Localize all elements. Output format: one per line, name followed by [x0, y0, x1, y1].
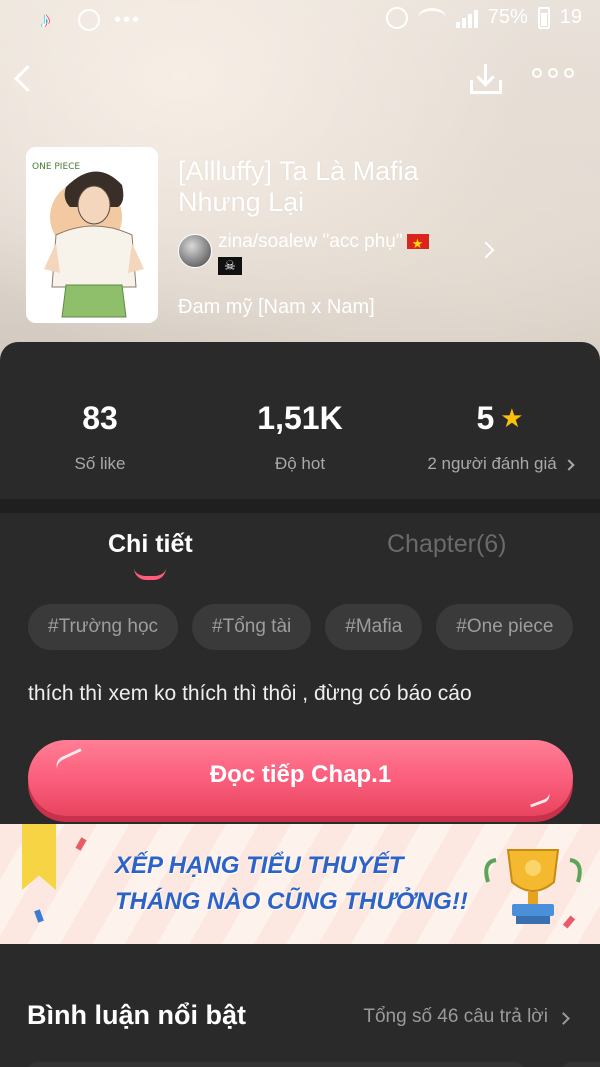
tag-chip[interactable]: #One piece — [436, 604, 574, 650]
continue-reading-button[interactable]: Đọc tiếp Chap.1 — [28, 740, 573, 816]
stats-row: 83 Số like 1,51K Độ hot 5 ★ 2 người đánh … — [0, 342, 600, 497]
author-row[interactable]: zina/soalew "acc phụ" ☠ — [178, 230, 478, 278]
pirate-flag-icon: ☠ — [218, 256, 242, 275]
hot-label: Độ hot — [274, 454, 326, 473]
rating-label[interactable]: 2 người đánh giá — [427, 454, 556, 473]
comments-header: Bình luận nổi bật Tổng số 46 câu trả lời — [0, 992, 600, 1042]
back-icon[interactable] — [12, 60, 36, 96]
detail-tabs: Chi tiết Chapter(6) — [0, 526, 600, 586]
comment-card[interactable] — [560, 1062, 600, 1067]
author-name[interactable]: zina/soalew "acc phụ" ☠ — [218, 230, 468, 278]
banner-line-2: THÁNG NÀO CŨNG THƯỞNG!! — [115, 888, 468, 915]
comments-title: Bình luận nổi bật — [27, 1000, 246, 1030]
comment-card[interactable] — [26, 1062, 526, 1067]
comments-count[interactable]: Tổng số 46 câu trả lời — [363, 1006, 548, 1028]
battery-icon — [537, 6, 550, 29]
vietnam-flag-icon — [406, 232, 429, 256]
ranking-banner[interactable]: XẾP HẠNG TIỂU THUYẾT THÁNG NÀO CŨNG THƯỞ… — [0, 824, 600, 944]
confetti — [75, 837, 87, 851]
section-divider — [0, 499, 600, 513]
cover-illustration: ONE PIECE — [26, 147, 158, 323]
author-avatar[interactable] — [178, 234, 212, 268]
alarm-icon — [385, 6, 408, 29]
more-notifications-icon: ••• — [114, 8, 142, 31]
banner-line-1: XẾP HẠNG TIỂU THUYẾT — [115, 852, 404, 879]
signal-icon — [455, 8, 478, 28]
chevron-right-icon[interactable] — [477, 241, 495, 259]
battery-percent: 75% — [487, 6, 528, 28]
tag-chip[interactable]: #Trường học — [28, 604, 179, 650]
book-header: ♪ ••• 75% 19 ONE PIECE [Allluffy] Ta Là … — [0, 0, 600, 380]
stat-rating[interactable]: 5 ★ 2 người đánh giá — [400, 398, 600, 474]
likes-value: 83 — [82, 399, 118, 436]
stat-likes: 83 Số like — [0, 398, 200, 474]
star-icon: ★ — [500, 403, 524, 433]
active-tab-indicator — [134, 568, 166, 580]
chevron-right-icon[interactable] — [563, 458, 575, 471]
hot-value: 1,51K — [257, 399, 343, 436]
trophy-icon — [484, 849, 582, 924]
ribbon-icon — [22, 824, 56, 890]
tiktok-icon: ♪ — [40, 7, 51, 32]
stat-hot: 1,51K Độ hot — [200, 398, 400, 474]
chevron-right-icon[interactable] — [557, 1012, 570, 1025]
book-detail-card: 83 Số like 1,51K Độ hot 5 ★ 2 người đánh … — [0, 342, 600, 1067]
author-name-text: zina/soalew "acc phụ" — [218, 231, 403, 252]
wifi-icon — [417, 7, 446, 28]
tag-chip[interactable]: #Tổng tài — [192, 604, 312, 650]
continue-reading-label: Đọc tiếp Chap.1 — [209, 761, 392, 788]
book-title: [Allluffy] Ta Là Mafia Nhưng Lại — [178, 156, 419, 217]
more-options-icon[interactable] — [532, 68, 574, 78]
banner-text: XẾP HẠNG TIỂU THUYẾT THÁNG NÀO CŨNG THƯỞ… — [115, 848, 475, 920]
tag-chip[interactable]: #Mafia — [325, 604, 423, 650]
tab-chapters[interactable]: Chapter(6) — [387, 526, 507, 562]
download-icon[interactable] — [466, 60, 506, 98]
book-genre: Đam mỹ [Nam x Nam] — [178, 296, 375, 318]
tag-list: #Trường học #Tổng tài #Mafia #One piece — [28, 604, 574, 650]
book-description: thích thì xem ko thích thì thôi , đừng c… — [28, 682, 472, 705]
likes-label: Số like — [74, 454, 126, 473]
notification-icon — [78, 9, 100, 31]
book-cover[interactable]: ONE PIECE — [26, 147, 158, 323]
cover-label: ONE PIECE — [32, 162, 80, 172]
rating-value: 5 — [476, 399, 495, 436]
clock: 19 — [559, 6, 582, 28]
confetti — [34, 909, 44, 923]
tab-details[interactable]: Chi tiết — [108, 526, 193, 562]
status-bar: ♪ ••• 75% 19 — [0, 0, 600, 40]
